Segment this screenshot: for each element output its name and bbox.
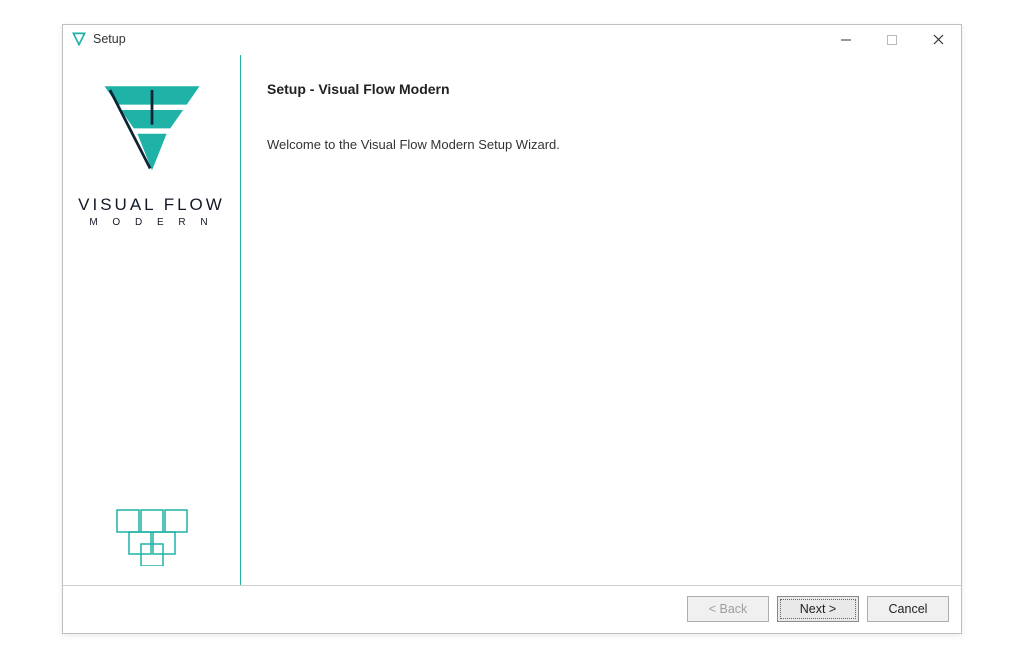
back-button: < Back — [687, 596, 769, 622]
page-heading: Setup - Visual Flow Modern — [267, 81, 935, 97]
content-pane: Setup - Visual Flow Modern Welcome to th… — [241, 55, 961, 585]
window-controls — [823, 25, 961, 54]
app-icon — [71, 31, 87, 47]
decorative-squares-icon — [113, 506, 191, 569]
brand-line1: VISUAL FLOW — [78, 195, 225, 215]
welcome-text: Welcome to the Visual Flow Modern Setup … — [267, 137, 935, 152]
brand-line2: M O D E R N — [78, 217, 225, 228]
cancel-button[interactable]: Cancel — [867, 596, 949, 622]
sidebar: VISUAL FLOW M O D E R N — [63, 55, 241, 585]
titlebar: Setup — [63, 25, 961, 55]
minimize-button[interactable] — [823, 25, 869, 55]
brand-logo-icon — [97, 79, 207, 177]
titlebar-left: Setup — [71, 31, 126, 47]
window-title: Setup — [93, 32, 126, 46]
maximize-button[interactable] — [869, 25, 915, 55]
close-button[interactable] — [915, 25, 961, 55]
next-button[interactable]: Next > — [777, 596, 859, 622]
setup-window: Setup — [62, 24, 962, 634]
window-body: VISUAL FLOW M O D E R N — [63, 55, 961, 585]
brand-text: VISUAL FLOW M O D E R N — [78, 195, 225, 228]
footer: < Back Next > Cancel — [63, 585, 961, 633]
